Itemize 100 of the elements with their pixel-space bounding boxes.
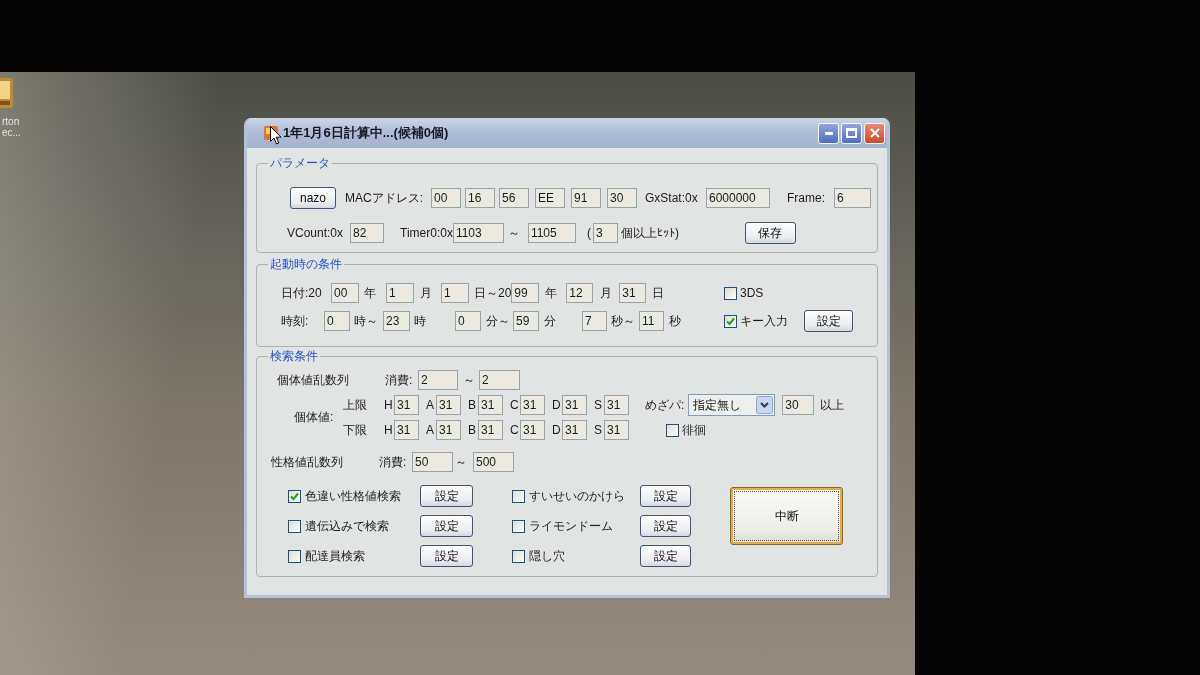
field-label: 下限 — [343, 423, 368, 437]
stat-label: B — [468, 398, 477, 412]
group-title: パラメータ — [269, 156, 331, 170]
push-button[interactable]: nazo — [290, 187, 336, 209]
text-field[interactable]: 31 — [436, 420, 461, 440]
text-field[interactable]: 2 — [479, 370, 520, 390]
field-label: 分～ — [486, 314, 511, 328]
checkbox[interactable] — [512, 519, 525, 533]
field-label: 消費: — [379, 455, 408, 469]
window-title: 1年1月6日計算中...(候補0個) — [283, 124, 449, 142]
field-label: 以上 — [820, 398, 846, 412]
field-label: 秒 — [669, 314, 682, 328]
stat-label: D — [552, 423, 562, 437]
close-button[interactable] — [864, 122, 885, 144]
text-field[interactable]: 31 — [394, 395, 419, 415]
text-field[interactable]: 0 — [324, 311, 350, 331]
field-label: ～ — [507, 226, 521, 240]
checkbox-label: 遺伝込みで検索 — [305, 519, 389, 533]
checkbox[interactable] — [512, 549, 525, 563]
text-field[interactable]: 6000000 — [706, 188, 770, 208]
checkbox-label: 配達員検索 — [305, 549, 365, 563]
text-field[interactable]: 50 — [412, 452, 453, 472]
check-icon — [726, 316, 735, 326]
text-field[interactable]: 7 — [582, 311, 607, 331]
text-field[interactable]: 99 — [511, 283, 540, 303]
text-field[interactable]: 31 — [562, 395, 587, 415]
text-field[interactable]: 6 — [834, 188, 871, 208]
field-label: VCount:0x — [287, 226, 345, 240]
field-label: Frame: — [787, 191, 826, 205]
text-field[interactable]: 31 — [478, 395, 503, 415]
field-label: ～ — [463, 373, 476, 387]
text-field[interactable]: 1 — [441, 283, 469, 303]
text-field[interactable]: 31 — [520, 420, 545, 440]
text-field[interactable]: 16 — [465, 188, 495, 208]
text-field[interactable]: 31 — [604, 395, 629, 415]
text-field[interactable]: 91 — [571, 188, 601, 208]
settings-button[interactable]: 設定 — [420, 485, 473, 507]
text-field[interactable]: 30 — [782, 395, 815, 415]
text-field[interactable]: 31 — [562, 420, 587, 440]
text-field[interactable]: 30 — [607, 188, 637, 208]
field-label: Timer0:0x — [400, 226, 453, 240]
checkbox-label: 徘徊 — [682, 423, 706, 437]
stat-label: A — [426, 423, 435, 437]
field-label: 性格値乱数列 — [271, 455, 344, 469]
checkbox[interactable] — [288, 489, 301, 503]
minimize-button[interactable] — [818, 122, 839, 144]
text-field[interactable]: 2 — [418, 370, 458, 390]
dropdown[interactable]: 指定無し — [688, 394, 776, 416]
text-field[interactable]: 31 — [394, 420, 419, 440]
stat-label: D — [552, 398, 562, 412]
text-field[interactable]: 500 — [473, 452, 514, 472]
push-button[interactable]: 設定 — [804, 310, 853, 332]
field-label: 個体値乱数列 — [277, 373, 350, 387]
settings-button[interactable]: 設定 — [640, 485, 691, 507]
text-field[interactable]: 00 — [331, 283, 359, 303]
desktop-shortcut-icon[interactable] — [0, 78, 14, 108]
field-label: GxStat:0x — [645, 191, 699, 205]
settings-button[interactable]: 設定 — [640, 545, 691, 567]
stat-label: H — [384, 423, 394, 437]
text-field[interactable]: 31 — [478, 420, 503, 440]
text-field[interactable]: 00 — [431, 188, 461, 208]
field-label: 時刻: — [281, 314, 310, 328]
maximize-button[interactable] — [841, 122, 862, 144]
checkbox[interactable] — [288, 549, 301, 563]
text-field[interactable]: 31 — [604, 420, 629, 440]
field-label: 年 — [364, 286, 377, 300]
checkbox[interactable] — [724, 286, 737, 300]
checkbox[interactable] — [666, 423, 679, 437]
field-label: MACアドレス: — [345, 191, 423, 205]
text-field[interactable]: 31 — [520, 395, 545, 415]
text-field[interactable]: 12 — [566, 283, 594, 303]
checkbox[interactable] — [288, 519, 301, 533]
field-label: 消費: — [385, 373, 414, 387]
stat-label: S — [594, 423, 603, 437]
stat-label: H — [384, 398, 394, 412]
text-field[interactable]: 31 — [436, 395, 461, 415]
text-field[interactable]: 11 — [639, 311, 664, 331]
text-field[interactable]: 82 — [350, 223, 384, 243]
text-field[interactable]: EE — [535, 188, 565, 208]
field-label: めざパ: — [645, 398, 685, 412]
settings-button[interactable]: 設定 — [420, 545, 473, 567]
text-field[interactable]: 1105 — [527, 223, 576, 243]
text-field[interactable]: 1103 — [452, 223, 504, 243]
stop-button[interactable]: 中断 — [730, 487, 843, 545]
text-field[interactable]: 59 — [513, 311, 539, 331]
push-button[interactable]: 保存 — [744, 222, 796, 244]
text-field[interactable]: 0 — [455, 311, 481, 331]
text-field[interactable]: 1 — [386, 283, 414, 303]
text-field[interactable]: 56 — [499, 188, 529, 208]
settings-button[interactable]: 設定 — [640, 515, 691, 537]
settings-button[interactable]: 設定 — [420, 515, 473, 537]
text-field[interactable]: 31 — [619, 283, 647, 303]
checkbox[interactable] — [724, 314, 737, 328]
field-label: 日～20 — [474, 286, 512, 300]
text-field[interactable]: 23 — [383, 311, 410, 331]
text-field[interactable]: 3 — [592, 223, 618, 243]
checkbox-label: キー入力 — [740, 314, 788, 328]
field-label: 時 — [414, 314, 427, 328]
minimize-icon — [824, 131, 833, 135]
checkbox[interactable] — [512, 489, 525, 503]
